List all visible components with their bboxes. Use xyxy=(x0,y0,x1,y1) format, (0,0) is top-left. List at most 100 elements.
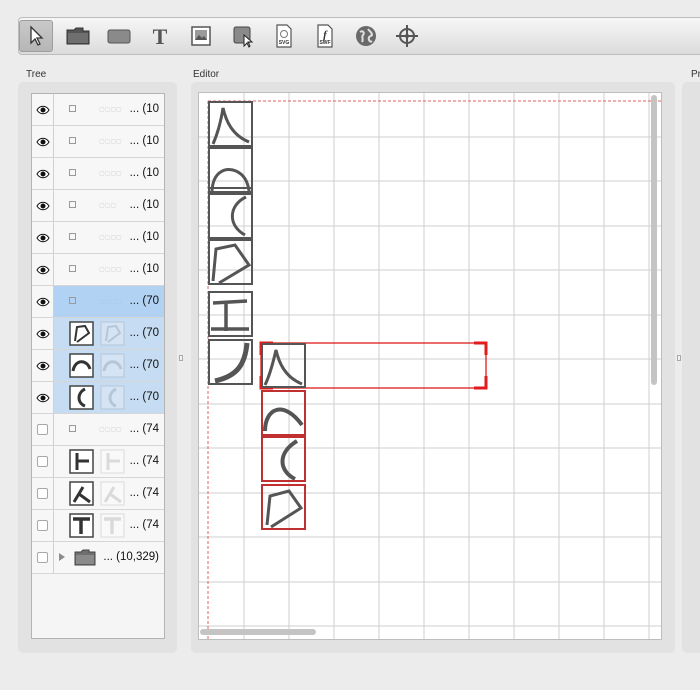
visibility-toggle[interactable] xyxy=(32,542,54,573)
visibility-toggle[interactable] xyxy=(32,254,54,285)
visibility-toggle[interactable] xyxy=(32,446,54,477)
tree-row-label: ... (70 xyxy=(129,327,159,339)
glyph-ghost-thumbnail xyxy=(100,513,125,538)
selected-glyph-tile[interactable] xyxy=(261,390,306,436)
layer-mini-icon xyxy=(69,201,76,208)
glyph-tile[interactable] xyxy=(208,239,253,285)
tree-row-selected[interactable]: ... (70 xyxy=(32,382,164,414)
visibility-toggle[interactable] xyxy=(32,382,54,413)
tree-row-label: ... (74 xyxy=(129,487,159,499)
visibility-toggle[interactable] xyxy=(32,478,54,509)
selected-glyph-tile[interactable] xyxy=(261,343,306,388)
image-tool-button[interactable] xyxy=(184,20,218,52)
layer-mini-icon xyxy=(69,137,76,144)
tree-row[interactable]: ... (74 xyxy=(32,478,164,510)
visibility-checkbox[interactable] xyxy=(37,552,48,563)
visibility-toggle[interactable] xyxy=(32,94,54,125)
tree-row-selected[interactable]: ... (70 xyxy=(32,350,164,382)
visibility-toggle[interactable] xyxy=(32,126,54,157)
glyph-thumbnail xyxy=(69,321,94,346)
selected-glyph-tile[interactable] xyxy=(261,436,306,482)
visibility-toggle[interactable] xyxy=(32,414,54,445)
rectangle-tool-button[interactable] xyxy=(102,20,136,52)
horizontal-scrollbar[interactable] xyxy=(200,629,316,635)
crosshair-tool-button[interactable] xyxy=(390,20,424,52)
layer-ghost-preview: ▢▢▢▢ xyxy=(99,299,122,305)
properties-panel-label: Pr xyxy=(691,69,700,80)
tree-row[interactable]: ▢▢▢▢ ... (74 xyxy=(32,414,164,446)
editor-canvas[interactable] xyxy=(198,92,662,640)
expand-arrow-icon[interactable] xyxy=(59,553,65,561)
visibility-checkbox[interactable] xyxy=(37,424,48,435)
editor-grid xyxy=(199,93,661,639)
selected-glyph-tile[interactable] xyxy=(261,484,306,530)
area-select-tool-icon xyxy=(233,26,254,48)
glyph-tile[interactable] xyxy=(208,291,253,337)
glyph-thumbnail xyxy=(69,449,94,474)
tree-row[interactable]: ... (74 xyxy=(32,446,164,478)
tree-row[interactable]: ▢▢▢▢ ... (10 xyxy=(32,222,164,254)
select-tool-button[interactable] xyxy=(19,20,53,52)
visibility-toggle[interactable] xyxy=(32,350,54,381)
visibility-checkbox[interactable] xyxy=(37,488,48,499)
tree-row-label: ... (10 xyxy=(129,103,159,115)
tree-row-label: ... (74 xyxy=(129,423,159,435)
glyph-tile[interactable] xyxy=(208,193,253,239)
glyph-tile[interactable] xyxy=(208,147,253,193)
tree-row-label: ... (10 xyxy=(129,231,159,243)
glyph-ghost-thumbnail xyxy=(100,385,125,410)
svg-file-tool-button[interactable]: SVG xyxy=(267,20,301,52)
area-select-tool-button[interactable] xyxy=(226,20,260,52)
glyph-thumbnail xyxy=(69,513,94,538)
layer-mini-icon xyxy=(69,425,76,432)
tree-row-label: ... (10 xyxy=(129,263,159,275)
layer-mini-icon xyxy=(69,265,76,272)
tree-row[interactable]: ... (74 xyxy=(32,510,164,542)
visibility-toggle[interactable] xyxy=(32,190,54,221)
tree-row[interactable]: ▢▢▢▢ ... (10 xyxy=(32,254,164,286)
vertical-scrollbar[interactable] xyxy=(651,95,657,385)
tree-row-label: ... (10,329) xyxy=(103,551,159,563)
glyph-ghost-thumbnail xyxy=(100,321,125,346)
tree-row-label: ... (70 xyxy=(129,295,159,307)
layer-ghost-preview: ▢▢▢▢ xyxy=(99,235,122,241)
tree-editor-splitter[interactable] xyxy=(179,355,183,361)
folder-tool-icon xyxy=(66,27,90,45)
globe-tool-button[interactable] xyxy=(349,20,383,52)
tree-row-label: ... (74 xyxy=(129,519,159,531)
swf-file-tool-button[interactable]: f SWF xyxy=(308,20,342,52)
eye-icon xyxy=(35,297,50,306)
eye-icon xyxy=(35,361,50,370)
visibility-checkbox[interactable] xyxy=(37,520,48,531)
glyph-ghost-thumbnail xyxy=(100,353,125,378)
swf-file-tool-icon: f SWF xyxy=(317,24,333,48)
tree-row[interactable]: ▢▢▢ ... (10 xyxy=(32,190,164,222)
eye-icon xyxy=(35,265,50,274)
tree-row[interactable]: ▢▢▢▢ ... (10 xyxy=(32,126,164,158)
text-tool-button[interactable]: T xyxy=(143,20,177,52)
visibility-toggle[interactable] xyxy=(32,158,54,189)
tree-row-selected[interactable]: ... (70 xyxy=(32,318,164,350)
tree-row-selected[interactable]: ▢▢▢▢ ... (70 xyxy=(32,286,164,318)
folder-tool-button[interactable] xyxy=(61,20,95,52)
glyph-tile[interactable] xyxy=(208,339,253,385)
visibility-toggle[interactable] xyxy=(32,286,54,317)
layer-mini-icon xyxy=(69,169,76,176)
editor-properties-splitter[interactable] xyxy=(677,355,681,361)
eye-icon xyxy=(35,105,50,114)
tree-row-label: ... (70 xyxy=(129,391,159,403)
tree-row-folder[interactable]: ... (10,329) xyxy=(32,542,164,574)
visibility-checkbox[interactable] xyxy=(37,456,48,467)
visibility-toggle[interactable] xyxy=(32,318,54,349)
tree-row[interactable]: ▢▢▢▢ ... (10 xyxy=(32,94,164,126)
crosshair-tool-icon xyxy=(396,25,418,47)
glyph-ghost-thumbnail xyxy=(100,449,125,474)
tree-row[interactable]: ▢▢▢▢ ... (10 xyxy=(32,158,164,190)
layer-ghost-preview: ▢▢▢▢ xyxy=(99,267,122,273)
layer-mini-icon xyxy=(69,105,76,112)
visibility-toggle[interactable] xyxy=(32,222,54,253)
glyph-tile[interactable] xyxy=(208,101,253,147)
glyph-thumbnail xyxy=(69,353,94,378)
tree-view[interactable]: ▢▢▢▢ ... (10 ▢▢▢▢ ... (10 ▢▢▢▢ ... (10 ▢… xyxy=(31,93,165,639)
visibility-toggle[interactable] xyxy=(32,510,54,541)
